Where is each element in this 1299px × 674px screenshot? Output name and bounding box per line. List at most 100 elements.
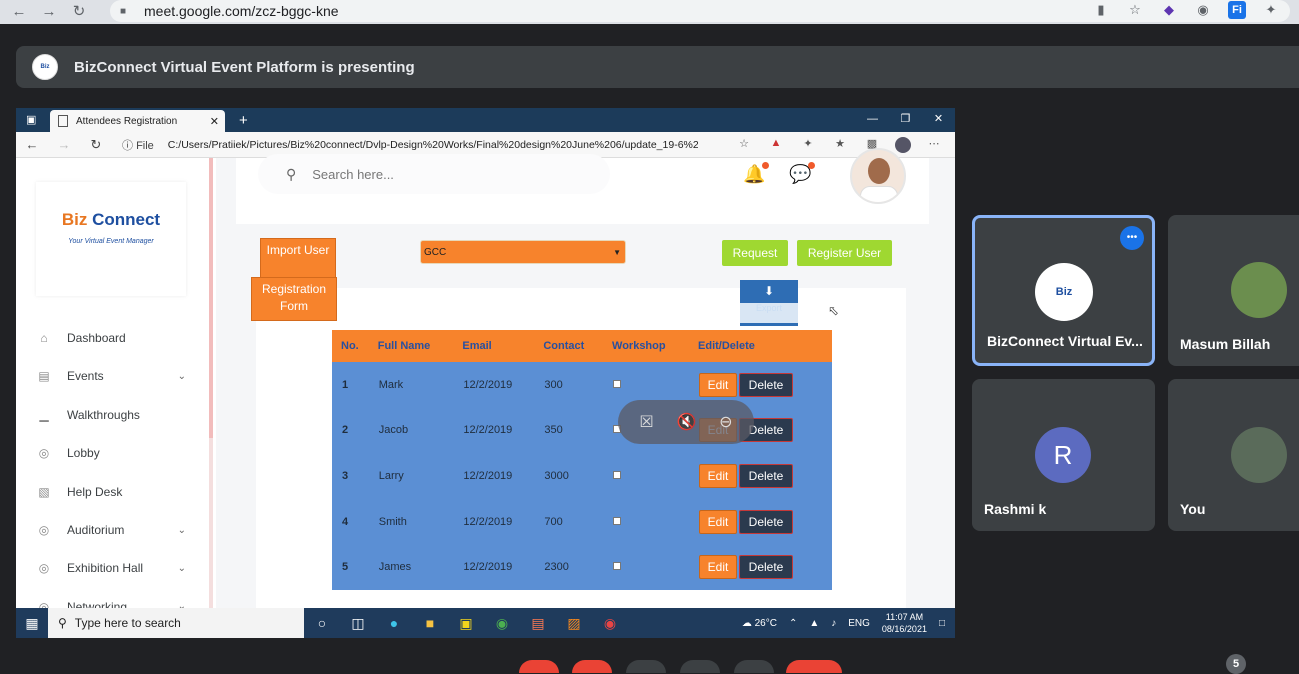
- delete-button[interactable]: Delete: [739, 555, 794, 580]
- chrome-profile-icon[interactable]: ◉: [592, 608, 628, 638]
- puzzle-icon[interactable]: ✦: [1262, 1, 1280, 19]
- raise-hand-button[interactable]: [680, 660, 720, 673]
- clock-time: 11:07 AM: [885, 612, 924, 622]
- chevron-down-icon[interactable]: ⌄: [178, 371, 186, 382]
- workshop-checkbox[interactable]: [613, 516, 622, 525]
- sidebar-item-label: Walkthroughs: [67, 407, 140, 422]
- user-avatar[interactable]: [850, 148, 906, 204]
- reload-icon[interactable]: ↻: [68, 1, 90, 23]
- edit-button[interactable]: Edit: [699, 372, 738, 397]
- extension-purple-icon[interactable]: ◆: [1160, 1, 1178, 19]
- cell-name: James: [368, 544, 454, 590]
- chat-icon[interactable]: 💬: [789, 162, 816, 185]
- edit-button[interactable]: Edit: [699, 509, 738, 534]
- forward-icon[interactable]: →: [38, 1, 60, 23]
- leave-call-button[interactable]: [786, 660, 842, 673]
- search-input[interactable]: ⚲ Search here...: [258, 154, 610, 194]
- edge-forward-icon[interactable]: →: [48, 137, 80, 152]
- profile-avatar[interactable]: [895, 136, 911, 153]
- workshop-checkbox[interactable]: [613, 562, 622, 571]
- extension-icon[interactable]: ✦: [799, 137, 817, 153]
- star-icon[interactable]: ☆: [1126, 1, 1144, 19]
- minimize-icon[interactable]: —: [856, 108, 889, 130]
- mic-button[interactable]: [519, 660, 559, 673]
- office-icon[interactable]: ▤: [520, 608, 556, 638]
- participant-tile-rashmi[interactable]: R Rashmi k: [972, 379, 1155, 531]
- cell-name: Larry: [368, 453, 454, 499]
- close-tab-icon[interactable]: ✕: [210, 115, 219, 128]
- mic-off-icon[interactable]: ☒: [639, 412, 653, 432]
- sidebar-item-auditorium[interactable]: ◎ Auditorium ⌄: [36, 520, 186, 540]
- sidebar-item-exhibition-hall[interactable]: ◎ Exhibition Hall ⌄: [36, 558, 186, 578]
- camera-button[interactable]: [572, 660, 612, 673]
- register-user-button[interactable]: Register User: [797, 240, 892, 266]
- masum-avatar: [1231, 262, 1287, 318]
- edit-button[interactable]: Edit: [699, 463, 738, 488]
- back-icon[interactable]: ←: [8, 1, 30, 23]
- sidebar-scroll-thumb[interactable]: [209, 158, 213, 438]
- present-button[interactable]: [734, 660, 774, 673]
- extension-gray-icon[interactable]: ◉: [1194, 1, 1212, 19]
- chevron-down-icon[interactable]: ⌄: [178, 525, 186, 536]
- import-user-button[interactable]: Import User: [260, 238, 336, 278]
- extension-fi-icon[interactable]: Fi: [1228, 1, 1246, 19]
- delete-button[interactable]: Delete: [739, 372, 794, 397]
- workshop-checkbox[interactable]: [613, 379, 622, 388]
- captions-button[interactable]: [626, 660, 666, 673]
- participant-tile-you[interactable]: You: [1168, 379, 1299, 531]
- delete-button[interactable]: Delete: [739, 463, 794, 488]
- tab-attendees-registration[interactable]: Attendees Registration ✕: [50, 110, 225, 132]
- edge-back-icon[interactable]: ←: [16, 137, 48, 152]
- sidebar-item-dashboard[interactable]: ⌂ Dashboard: [36, 328, 186, 348]
- camera-icon[interactable]: ▮: [1092, 1, 1110, 19]
- sticky-notes-icon[interactable]: ▣: [448, 608, 484, 638]
- request-button[interactable]: Request: [722, 240, 788, 266]
- task-view-icon[interactable]: ◫: [340, 608, 376, 638]
- sidebar-item-lobby[interactable]: ◎ Lobby: [36, 443, 186, 463]
- participant-tile-masum[interactable]: Masum Billah: [1168, 215, 1299, 366]
- volume-icon[interactable]: ♪: [831, 618, 836, 629]
- volume-off-icon[interactable]: 🔇: [676, 412, 696, 432]
- address-bar[interactable]: ■ meet.google.com/zcz-bggc-kne ▮ ☆ ◆ ◉ F…: [110, 0, 1290, 22]
- sidebar-item-help-desk[interactable]: ▧ Help Desk: [36, 482, 186, 502]
- file-explorer-icon[interactable]: ■: [412, 608, 448, 638]
- event-select[interactable]: GCC ▼: [420, 240, 626, 264]
- xampp-icon[interactable]: ▨: [556, 608, 592, 638]
- restore-icon[interactable]: ❐: [889, 108, 922, 130]
- favorites-bar-icon[interactable]: ★: [831, 137, 849, 153]
- edge-refresh-icon[interactable]: ↻: [80, 137, 112, 153]
- windows-start-icon[interactable]: ▦: [16, 615, 48, 632]
- export-button[interactable]: ⬇ Export: [740, 280, 798, 326]
- weather-icon[interactable]: ☁ 26°C: [742, 618, 777, 629]
- remove-icon[interactable]: ⊖: [719, 412, 732, 432]
- edge-icon[interactable]: ●: [376, 608, 412, 638]
- network-icon[interactable]: ▲: [809, 618, 819, 629]
- file-path[interactable]: C:/Users/Pratiiek/Pictures/Biz%20connect…: [168, 139, 698, 151]
- new-tab-icon[interactable]: +: [239, 110, 248, 132]
- favorite-icon[interactable]: ☆: [735, 137, 753, 153]
- workshop-checkbox[interactable]: [613, 470, 622, 479]
- sidebar-scrollbar[interactable]: [209, 158, 213, 608]
- language-indicator[interactable]: ENG: [848, 618, 870, 629]
- pdf-extension-icon[interactable]: ▲: [767, 137, 785, 153]
- tray-chevron-icon[interactable]: ⌃: [789, 618, 797, 629]
- chevron-down-icon[interactable]: ⌄: [178, 563, 186, 574]
- close-window-icon[interactable]: ✕: [922, 108, 955, 130]
- edit-button[interactable]: Edit: [699, 555, 738, 580]
- tab-actions-icon[interactable]: ▣: [26, 113, 36, 126]
- participant-tile-bizconnect[interactable]: Biz ••• BizConnect Virtual Ev...: [972, 215, 1155, 366]
- taskbar-search[interactable]: ⚲ Type here to search: [48, 608, 304, 638]
- bell-icon[interactable]: 🔔: [743, 162, 770, 185]
- clock[interactable]: 11:07 AM 08/16/2021: [882, 611, 927, 635]
- presenting-text: BizConnect Virtual Event Platform is pre…: [74, 58, 415, 76]
- registration-form-button[interactable]: Registration Form: [251, 277, 337, 321]
- sidebar-item-events[interactable]: ▤ Events ⌄: [36, 366, 186, 386]
- brand-logo[interactable]: Biz Connect Your Virtual Event Manager: [36, 182, 186, 296]
- sidebar-item-walkthroughs[interactable]: ▁ Walkthroughs: [36, 405, 186, 425]
- more-icon[interactable]: ⋯: [925, 137, 943, 153]
- top-header-card: ⚲ Search here... 🔔 💬: [236, 148, 929, 224]
- delete-button[interactable]: Delete: [739, 509, 794, 534]
- cortana-icon[interactable]: ○: [304, 608, 340, 638]
- chrome-icon[interactable]: ◉: [484, 608, 520, 638]
- notifications-icon[interactable]: □: [939, 618, 945, 629]
